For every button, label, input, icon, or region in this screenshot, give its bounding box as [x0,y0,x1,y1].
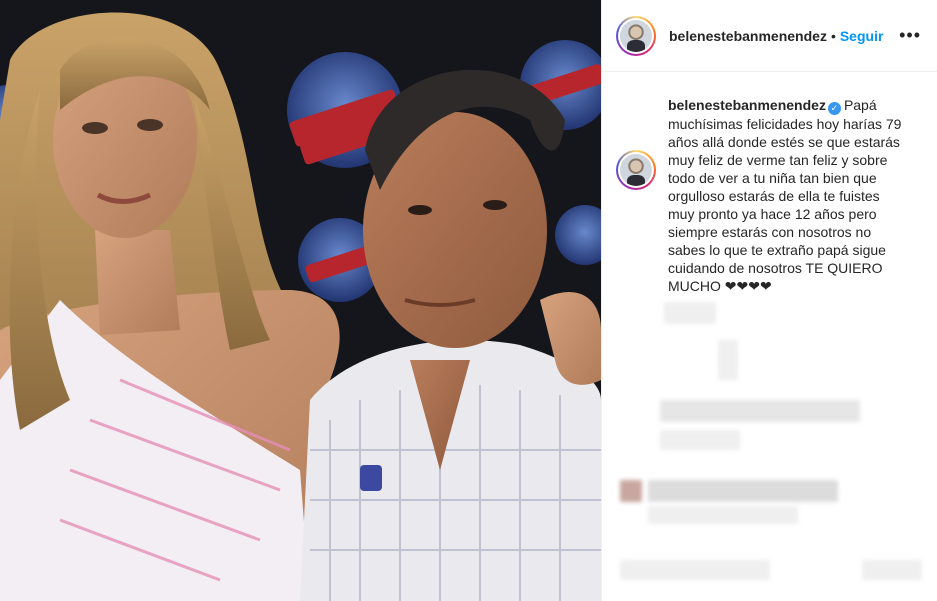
blurred-comment [648,480,838,502]
verified-badge-icon: ✓ [827,102,841,115]
blurred-comment [718,340,738,380]
caption: belenestebanmenendez ✓ Papá muchísimas fel… [602,72,937,295]
post-photo[interactable] [0,0,601,601]
post-sidebar: belenestebanmenendez • Seguir ••• belene… [601,0,937,601]
comments-area [602,296,937,601]
profile-picture [620,19,652,52]
more-horizontal-icon[interactable]: ••• [899,26,921,44]
caption-text-block: belenestebanmenendez ✓ Papá muchísimas fel… [668,96,908,295]
caption-avatar[interactable] [616,150,656,190]
caption-profile-picture [620,154,652,186]
blurred-comment [620,560,770,580]
blurred-comment [664,302,716,324]
blurred-avatar [620,480,642,502]
post-header: belenestebanmenendez • Seguir ••• [602,0,937,72]
follow-button[interactable]: Seguir [840,28,884,44]
blurred-comment [660,400,860,422]
blurred-comment [648,506,798,524]
avatar[interactable] [616,15,656,56]
photo-illustration [0,0,601,601]
caption-username[interactable]: belenestebanmenendez [668,97,826,113]
blurred-comment [862,560,922,580]
username-link[interactable]: belenestebanmenendez [669,28,827,44]
separator-dot: • [830,27,836,44]
blurred-comment [660,430,740,450]
caption-body: Papá muchísimas felicidades hoy harías 7… [668,97,902,294]
